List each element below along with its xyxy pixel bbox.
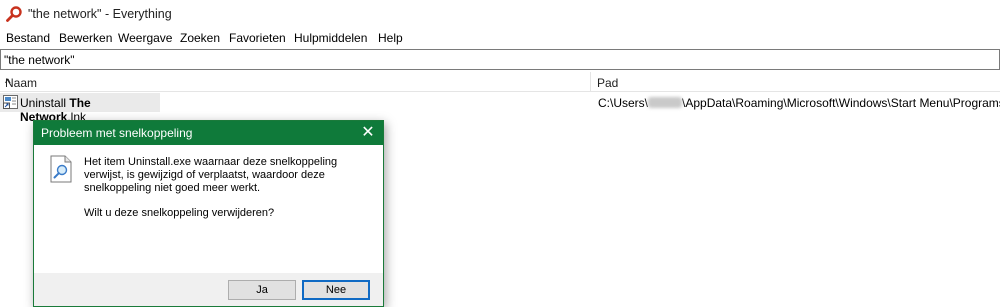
dialog-question: Wilt u deze snelkoppeling verwijderen? (84, 207, 275, 219)
result-file-path: C:\Users\ \AppData\Roaming\Microsoft\Wind… (598, 96, 1000, 110)
dialog-title: Probleem met snelkoppeling (41, 126, 193, 140)
menu-bewerken[interactable]: Bewerken (59, 31, 112, 45)
menu-bar: Bestand Bewerken Weergave Zoeken Favorie… (0, 28, 1000, 48)
close-icon[interactable]: ✕ (353, 121, 383, 145)
column-header-name[interactable]: Naam ^ (0, 72, 591, 92)
result-name-cell[interactable]: Uninstall The Network.lnk (0, 93, 160, 124)
menu-favorieten[interactable]: Favorieten (229, 31, 286, 45)
dialog-message: Het item Uninstall.exe waarnaar deze sne… (84, 156, 338, 194)
search-input[interactable] (4, 52, 994, 67)
title-bar: "the network" - Everything (0, 0, 1000, 28)
sort-ascending-icon: ^ (5, 76, 11, 90)
shortcut-problem-dialog: Probleem met snelkoppeling ✕ Het item Un… (33, 120, 384, 307)
document-search-icon (50, 155, 72, 183)
column-header-path[interactable]: Pad (592, 72, 1000, 92)
no-button[interactable]: Nee (302, 280, 370, 300)
window-title: "the network" - Everything (28, 7, 172, 21)
redacted-username (648, 97, 683, 108)
shortcut-file-icon (3, 95, 18, 109)
column-path-label: Pad (597, 76, 619, 90)
menu-weergave[interactable]: Weergave (118, 31, 172, 45)
menu-hulpmiddelen[interactable]: Hulpmiddelen (294, 31, 367, 45)
menu-zoeken[interactable]: Zoeken (180, 31, 220, 45)
dialog-body: Het item Uninstall.exe waarnaar deze sne… (34, 145, 383, 273)
everything-search-icon (6, 6, 22, 22)
menu-bestand[interactable]: Bestand (6, 31, 50, 45)
dialog-title-bar[interactable]: Probleem met snelkoppeling ✕ (34, 121, 383, 145)
results-header: Naam ^ Pad (0, 72, 1000, 92)
search-box (0, 49, 1000, 70)
yes-button[interactable]: Ja (228, 280, 296, 300)
result-row[interactable]: Uninstall The Network.lnk C:\Users\ \AppD… (0, 93, 1000, 124)
menu-help[interactable]: Help (378, 31, 403, 45)
